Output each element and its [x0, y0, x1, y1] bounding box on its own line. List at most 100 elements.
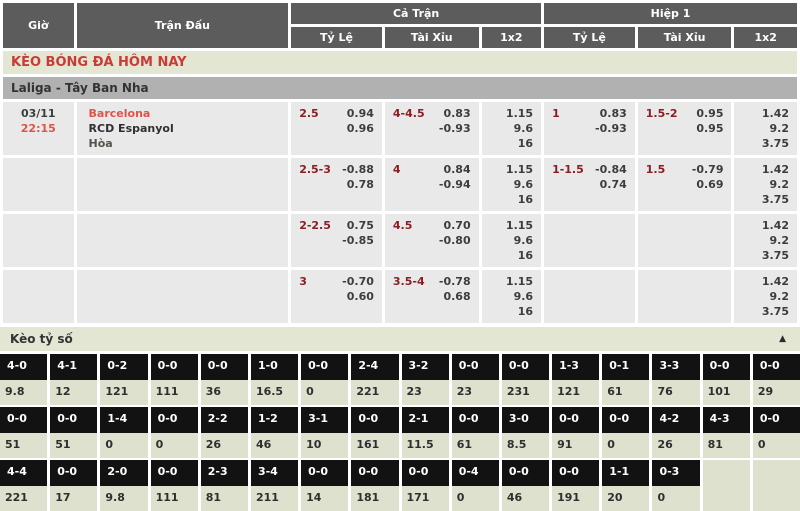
h1-1x2-home[interactable]: 1.42 — [762, 274, 789, 289]
ft-1x2-away[interactable]: 16 — [518, 248, 533, 263]
score-cell[interactable]: 0-0181 — [351, 460, 398, 511]
ft-1x2-draw[interactable]: 9.6 — [514, 121, 534, 136]
ft-1x2-draw[interactable]: 9.6 — [514, 233, 534, 248]
score-cell[interactable]: 3-110 — [301, 407, 348, 458]
score-cell[interactable]: 0-0111 — [151, 460, 198, 511]
score-cell[interactable]: 0-017 — [50, 460, 97, 511]
ft-1x2-home[interactable]: 1.15 — [506, 274, 533, 289]
ft-handicap-cell[interactable]: 2-2.5 0.75 -0.85 — [291, 214, 382, 267]
h1-1x2-away[interactable]: 3.75 — [762, 304, 789, 319]
ft-1x2-cell[interactable]: 1.15 9.6 16 — [482, 102, 541, 155]
ft-handicap-cell[interactable]: 3 -0.70 0.60 — [291, 270, 382, 323]
ft-1x2-away[interactable]: 16 — [518, 136, 533, 151]
score-cell[interactable]: 2-09.8 — [100, 460, 147, 511]
score-cell[interactable]: 1-40 — [100, 407, 147, 458]
ft-overunder-cell[interactable]: 4.5 0.70 -0.80 — [385, 214, 479, 267]
h1-1x2-draw[interactable]: 9.2 — [770, 233, 790, 248]
h1-overunder-cell[interactable]: 1.5-2 0.95 0.95 — [638, 102, 732, 155]
h1-handicap-cell[interactable] — [544, 270, 635, 323]
score-cell[interactable]: 4-09.8 — [0, 354, 47, 405]
score-cell[interactable]: 0-00 — [151, 407, 198, 458]
ft-1x2-draw[interactable]: 9.6 — [514, 177, 534, 192]
ft-overunder-cell[interactable]: 3.5-4 -0.78 0.68 — [385, 270, 479, 323]
ft-1x2-home[interactable]: 1.15 — [506, 106, 533, 121]
score-cell[interactable]: 0-091 — [552, 407, 599, 458]
score-cell[interactable]: 0-0111 — [151, 354, 198, 405]
ft-1x2-away[interactable]: 16 — [518, 192, 533, 207]
score-cell[interactable]: 0-036 — [201, 354, 248, 405]
h1-handicap-cell[interactable] — [544, 214, 635, 267]
ft-1x2-home[interactable]: 1.15 — [506, 218, 533, 233]
h1-overunder-cell[interactable] — [638, 270, 732, 323]
h1-1x2-away[interactable]: 3.75 — [762, 136, 789, 151]
ft-handicap-odds-home[interactable]: 0.75 — [347, 218, 374, 233]
h1-1x2-draw[interactable]: 9.2 — [770, 121, 790, 136]
score-cell[interactable]: 4-226 — [652, 407, 699, 458]
ft-1x2-home[interactable]: 1.15 — [506, 162, 533, 177]
ft-under-odds[interactable]: -0.93 — [439, 121, 471, 136]
h1-1x2-draw[interactable]: 9.2 — [770, 289, 790, 304]
score-cell[interactable]: 0-161 — [602, 354, 649, 405]
score-cell[interactable]: 0-2121 — [100, 354, 147, 405]
h1-handicap-cell[interactable]: 1-1.5 -0.84 0.74 — [544, 158, 635, 211]
ft-1x2-draw[interactable]: 9.6 — [514, 289, 534, 304]
h1-1x2-cell[interactable]: 1.42 9.2 3.75 — [734, 270, 797, 323]
h1-1x2-home[interactable]: 1.42 — [762, 218, 789, 233]
ft-handicap-odds-away[interactable]: 0.96 — [347, 121, 374, 136]
score-cell[interactable]: 0-00 — [753, 407, 800, 458]
h1-1x2-home[interactable]: 1.42 — [762, 106, 789, 121]
score-cell[interactable]: 0-0161 — [351, 407, 398, 458]
ft-over-odds[interactable]: 0.84 — [443, 162, 470, 177]
score-cell[interactable]: 4-112 — [50, 354, 97, 405]
h1-1x2-cell[interactable]: 1.42 9.2 3.75 — [734, 214, 797, 267]
score-cell[interactable]: 0-029 — [753, 354, 800, 405]
h1-overunder-cell[interactable] — [638, 214, 732, 267]
score-cell[interactable]: 0-014 — [301, 460, 348, 511]
score-cell[interactable]: 0-061 — [452, 407, 499, 458]
score-cell[interactable]: 0-0231 — [502, 354, 549, 405]
score-cell[interactable]: 0-0171 — [402, 460, 449, 511]
h1-handicap-odds-home[interactable]: 0.83 — [600, 106, 627, 121]
score-cell[interactable]: 2-4221 — [351, 354, 398, 405]
h1-1x2-away[interactable]: 3.75 — [762, 248, 789, 263]
ft-handicap-cell[interactable]: 2.5 0.94 0.96 — [291, 102, 382, 155]
ft-1x2-cell[interactable]: 1.15 9.6 16 — [482, 158, 541, 211]
h1-1x2-cell[interactable]: 1.42 9.2 3.75 — [734, 102, 797, 155]
score-cell[interactable]: 0-40 — [452, 460, 499, 511]
ft-under-odds[interactable]: 0.68 — [443, 289, 470, 304]
ft-1x2-cell[interactable]: 1.15 9.6 16 — [482, 214, 541, 267]
score-cell[interactable]: 1-246 — [251, 407, 298, 458]
ft-handicap-odds-away[interactable]: 0.78 — [347, 177, 374, 192]
ft-1x2-cell[interactable]: 1.15 9.6 16 — [482, 270, 541, 323]
score-cell[interactable]: 0-023 — [452, 354, 499, 405]
score-cell[interactable]: 1-3121 — [552, 354, 599, 405]
away-team[interactable]: RCD Espanyol — [85, 121, 281, 136]
score-cell[interactable]: 3-376 — [652, 354, 699, 405]
score-cell[interactable]: 0-30 — [652, 460, 699, 511]
h1-overunder-cell[interactable]: 1.5 -0.79 0.69 — [638, 158, 732, 211]
score-cell[interactable]: 0-051 — [50, 407, 97, 458]
score-cell[interactable]: 0-00 — [602, 407, 649, 458]
h1-1x2-away[interactable]: 3.75 — [762, 192, 789, 207]
score-cell[interactable]: 2-111.5 — [402, 407, 449, 458]
score-cell[interactable]: 0-00 — [301, 354, 348, 405]
ft-handicap-odds-home[interactable]: -0.88 — [342, 162, 374, 177]
ft-overunder-cell[interactable]: 4-4.5 0.83 -0.93 — [385, 102, 479, 155]
score-cell[interactable]: 3-223 — [402, 354, 449, 405]
h1-over-odds[interactable]: 0.95 — [696, 106, 723, 121]
h1-1x2-draw[interactable]: 9.2 — [770, 177, 790, 192]
h1-handicap-cell[interactable]: 1 0.83 -0.93 — [544, 102, 635, 155]
ft-handicap-odds-away[interactable]: 0.60 — [347, 289, 374, 304]
ft-over-odds[interactable]: 0.83 — [443, 106, 470, 121]
ft-1x2-away[interactable]: 16 — [518, 304, 533, 319]
h1-over-odds[interactable]: -0.79 — [692, 162, 724, 177]
ft-over-odds[interactable]: -0.78 — [439, 274, 471, 289]
h1-under-odds[interactable]: 0.95 — [696, 121, 723, 136]
h1-handicap-odds-away[interactable]: -0.93 — [595, 121, 627, 136]
ft-under-odds[interactable]: -0.94 — [439, 177, 471, 192]
h1-under-odds[interactable]: 0.69 — [696, 177, 723, 192]
score-cell[interactable]: 0-0101 — [703, 354, 750, 405]
score-cell[interactable]: 1-016.5 — [251, 354, 298, 405]
ft-handicap-odds-home[interactable]: 0.94 — [347, 106, 374, 121]
home-team[interactable]: Barcelona — [85, 106, 281, 121]
